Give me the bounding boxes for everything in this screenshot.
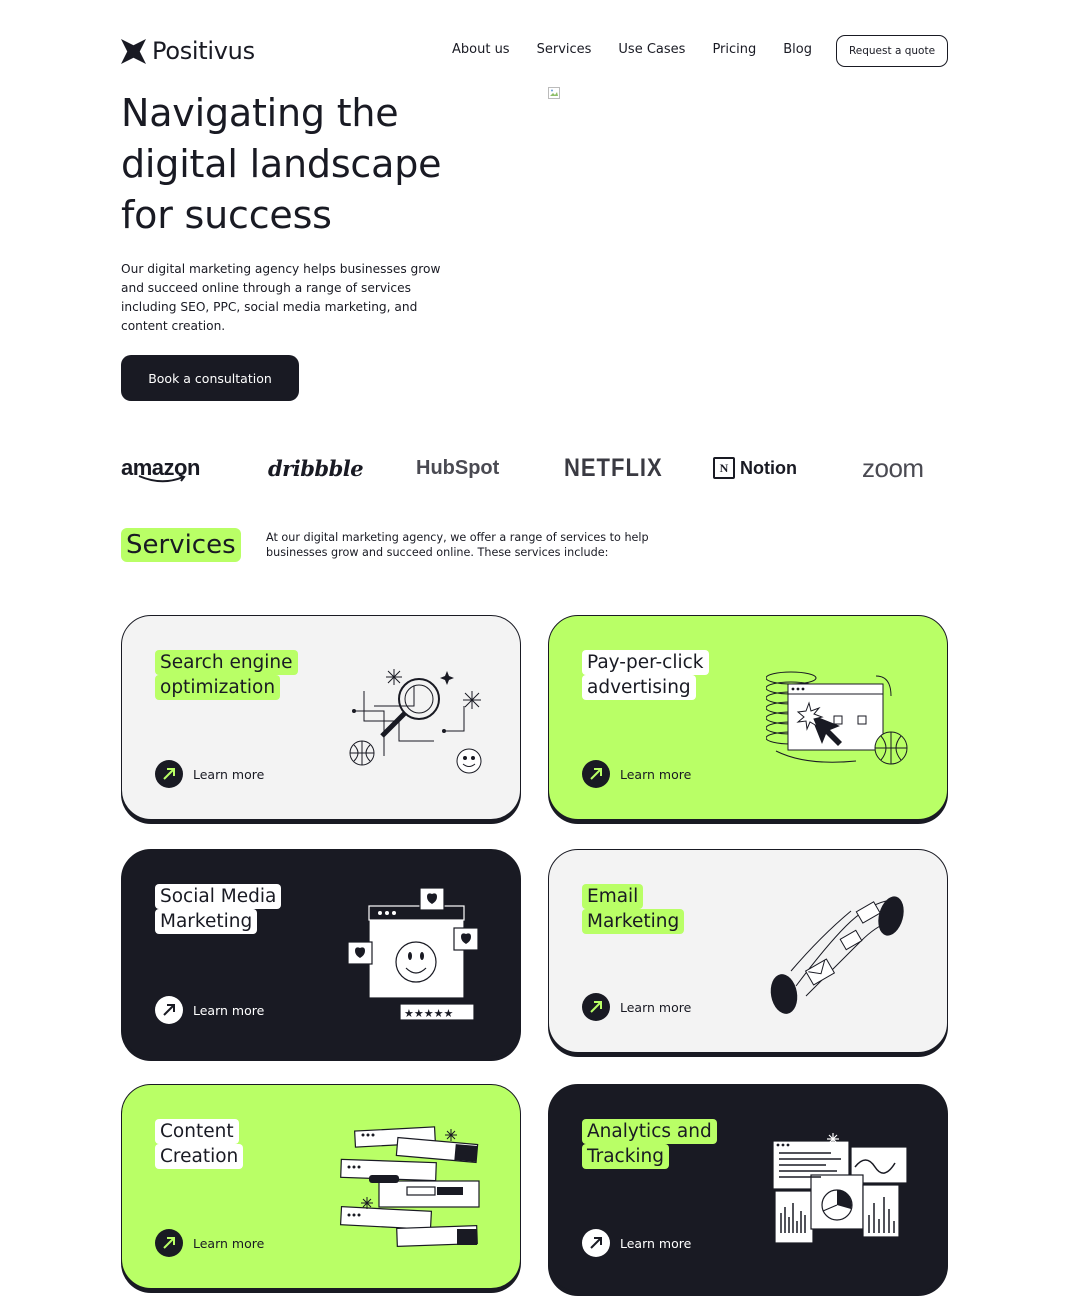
arrow-icon [155, 1229, 183, 1257]
seo-magnifier-illustration [349, 669, 482, 774]
analytics-dashboard-illustration [772, 1133, 908, 1244]
learn-more-label: Learn more [193, 1235, 265, 1251]
learn-more-label: Learn more [193, 766, 265, 782]
card-title: Analytics and Tracking [582, 1119, 717, 1169]
service-card-analytics: Analytics and Tracking Learn more [548, 1084, 948, 1292]
card-title-line2: Marketing [155, 909, 258, 934]
learn-more-link[interactable]: Learn more [582, 993, 691, 1021]
card-title: Search engine optimization [155, 650, 298, 700]
arrow-icon [155, 760, 183, 788]
card-title-line1: Email [582, 884, 644, 909]
amazon-smile-icon [138, 474, 186, 483]
service-card-seo: Search engine optimization Learn more [121, 615, 521, 820]
learn-more-link[interactable]: Learn more [155, 760, 264, 788]
notion-logo: N Notion [713, 452, 797, 484]
nav-use-cases[interactable]: Use Cases [618, 42, 685, 57]
request-quote-button[interactable]: Request a quote [836, 35, 948, 67]
card-title-line2: Tracking [582, 1144, 670, 1169]
arrow-icon [582, 760, 610, 788]
amazon-logo: amazon [121, 452, 200, 484]
broken-image-icon [548, 87, 560, 99]
notion-icon: N [713, 457, 735, 479]
service-card-ppc: Pay-per-click advertising Learn more [548, 615, 948, 820]
notion-wordmark: Notion [740, 457, 797, 478]
nav-pricing[interactable]: Pricing [712, 42, 756, 57]
learn-more-link[interactable]: Learn more [155, 996, 264, 1024]
brand-logo[interactable]: Positivus [121, 36, 255, 66]
card-title-line2: Creation [155, 1144, 244, 1169]
service-card-content-creation: Content Creation Learn more [121, 1084, 521, 1289]
content-creation-illustration [339, 1126, 480, 1248]
card-title: Content Creation [155, 1119, 244, 1169]
learn-more-label: Learn more [620, 1235, 692, 1251]
card-title-line1: Search engine [155, 650, 298, 675]
card-title: Pay-per-click advertising [582, 650, 709, 700]
card-title-line2: advertising [582, 675, 696, 700]
learn-more-link[interactable]: Learn more [155, 1229, 264, 1257]
hero-description: Our digital marketing agency helps busin… [121, 262, 441, 333]
nav-services[interactable]: Services [537, 42, 592, 57]
hero-title: Navigating the digital landscape for suc… [121, 91, 442, 237]
learn-more-link[interactable]: Learn more [582, 760, 691, 788]
service-card-email: Email Marketing Learn more [548, 849, 948, 1053]
arrow-icon [582, 993, 610, 1021]
card-title: Email Marketing [582, 884, 685, 934]
card-title-line1: Pay-per-click [582, 650, 709, 675]
card-title-line2: Marketing [582, 909, 685, 934]
hubspot-logo: HubSpot [416, 456, 500, 479]
card-title-line1: Analytics and [582, 1119, 717, 1144]
netflix-logo: NETFLIX [564, 453, 663, 482]
service-card-social-media: Social Media Marketing Learn more ★★★★★ [121, 849, 521, 1057]
positivus-star-icon [121, 38, 146, 64]
email-envelopes-illustration [770, 896, 904, 1014]
learn-more-label: Learn more [620, 766, 692, 782]
zoom-logo: zoom [862, 452, 924, 483]
brand-name: Positivus [152, 37, 255, 65]
nav-blog[interactable]: Blog [783, 42, 812, 57]
card-title-line1: Social Media [155, 884, 282, 909]
arrow-icon [582, 1229, 610, 1257]
nav-about[interactable]: About us [452, 42, 510, 57]
card-title-line2: optimization [155, 675, 281, 700]
social-media-illustration: ★★★★★ [347, 887, 479, 1021]
ppc-click-illustration [766, 671, 908, 765]
services-heading: Services [121, 528, 241, 562]
arrow-icon [155, 996, 183, 1024]
learn-more-label: Learn more [193, 1002, 265, 1018]
card-title: Social Media Marketing [155, 884, 282, 934]
learn-more-link[interactable]: Learn more [582, 1229, 691, 1257]
learn-more-label: Learn more [620, 999, 692, 1015]
book-consultation-button[interactable]: Book a consultation [121, 355, 299, 401]
svg-text:★★★★★: ★★★★★ [404, 1007, 453, 1020]
dribbble-logo: dribbble [268, 455, 364, 481]
card-title-line1: Content [155, 1119, 239, 1144]
services-description: At our digital marketing agency, we offe… [266, 531, 649, 559]
main-nav: About us Services Use Cases Pricing Blog [452, 42, 812, 57]
